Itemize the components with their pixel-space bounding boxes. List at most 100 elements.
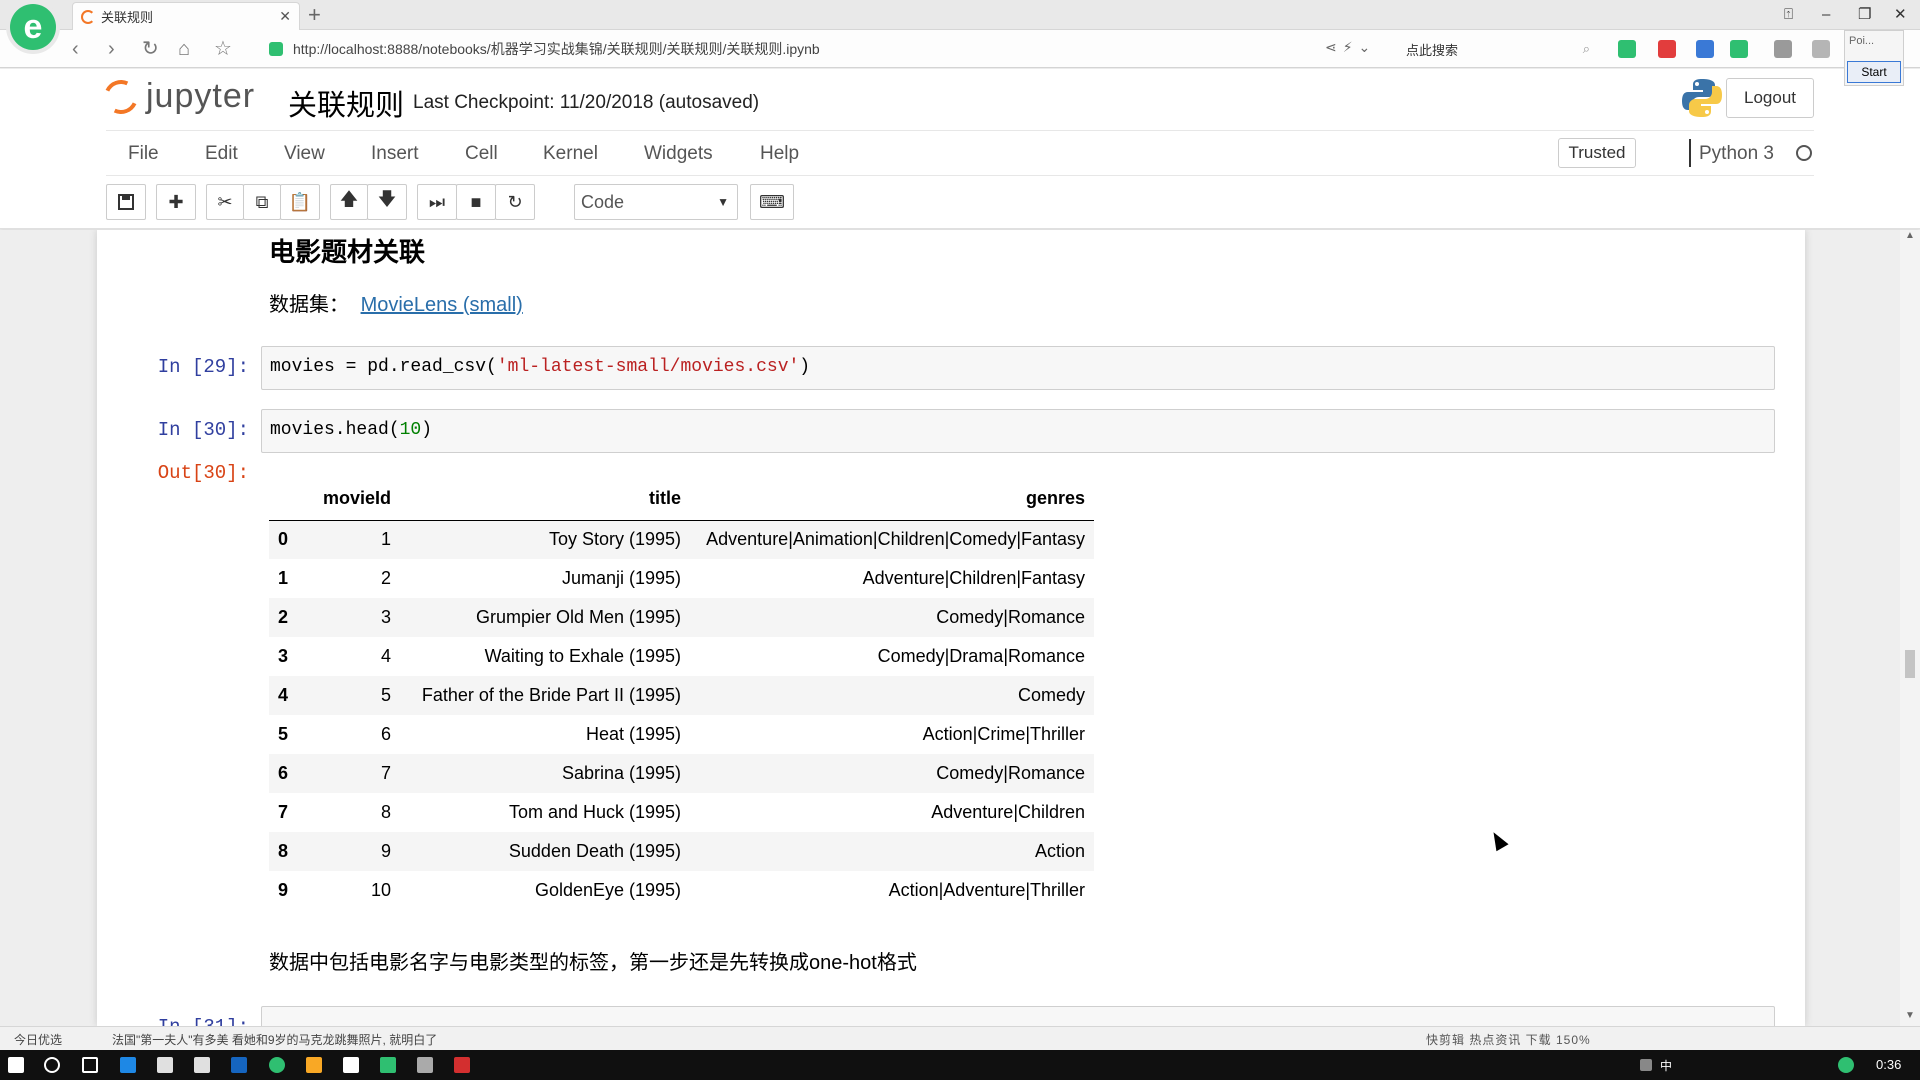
cell-movieid: 10	[371, 880, 392, 900]
edge-icon[interactable]	[120, 1057, 136, 1073]
cortana-icon[interactable]	[44, 1057, 60, 1073]
dataset-label: 数据集：	[269, 294, 349, 316]
mail-icon[interactable]	[194, 1057, 210, 1073]
table-row: 2 3 Grumpier Old Men (1995) Comedy|Romance	[269, 598, 1095, 637]
star-icon[interactable]: ☆	[214, 38, 232, 60]
keyboard-icon: ⌨	[759, 191, 785, 212]
command-palette-button[interactable]: ⌨	[750, 184, 794, 220]
paste-button[interactable]: 📋	[280, 184, 320, 220]
logout-button[interactable]: Logout	[1726, 78, 1814, 118]
search-placeholder: 点此搜索	[1406, 42, 1459, 58]
move-up-button[interactable]: 🡅	[330, 184, 368, 220]
share-icon[interactable]: ⋖⚡⌄	[1325, 39, 1376, 56]
menu-cell[interactable]: Cell	[465, 143, 498, 165]
extension-scissors-icon[interactable]	[1658, 40, 1676, 58]
save-button[interactable]	[106, 184, 146, 220]
interrupt-button[interactable]: ■	[456, 184, 496, 220]
arrow-down-icon: 🡇	[377, 189, 397, 209]
reload-icon[interactable]: ↻	[142, 38, 159, 60]
cell-genres: Comedy|Drama|Romance	[877, 646, 1086, 666]
close-window-icon[interactable]: ✕	[1894, 4, 1907, 26]
code-text: )	[421, 420, 433, 440]
pin-icon[interactable]: ⍐	[1784, 4, 1793, 26]
code-cell-29[interactable]: movies = pd.read_csv('ml-latest-small/mo…	[261, 346, 1775, 390]
insert-cell-button[interactable]: ✚	[156, 184, 196, 220]
row-index: 6	[278, 763, 289, 783]
task-view-icon[interactable]	[82, 1057, 98, 1073]
trusted-indicator[interactable]: Trusted	[1558, 138, 1636, 168]
extension-tablet-icon[interactable]	[1812, 40, 1830, 58]
menu-edit[interactable]: Edit	[205, 143, 238, 165]
status-left[interactable]: 今日优选	[14, 1031, 62, 1048]
notification-badge-icon[interactable]	[1838, 1057, 1854, 1073]
table-header-row: movieId title genres	[269, 478, 1095, 521]
cell-genres: Adventure|Animation|Children|Comedy|Fant…	[706, 529, 1086, 550]
cell-type-select[interactable]: Code ▼	[574, 184, 738, 220]
windows-start-icon[interactable]	[8, 1057, 24, 1073]
jupyter-logo[interactable]: jupyter	[99, 74, 255, 119]
new-tab-icon[interactable]: +	[308, 2, 321, 28]
cell-title: Jumanji (1995)	[561, 568, 682, 588]
status-right[interactable]: 快剪辑 热点资讯 下载 150%	[1426, 1031, 1591, 1048]
back-icon[interactable]: ‹	[72, 38, 79, 60]
scroll-up-icon[interactable]: ▲	[1905, 230, 1915, 241]
index-header	[269, 478, 314, 521]
code-cell-30[interactable]: movies.head(10)	[261, 409, 1775, 453]
scroll-thumb[interactable]	[1905, 650, 1915, 678]
store-icon[interactable]	[157, 1057, 173, 1073]
step-forward-icon: ⏭	[428, 191, 446, 212]
cell-title: Sudden Death (1995)	[508, 841, 682, 861]
close-tab-icon[interactable]: ✕	[279, 8, 291, 25]
jupyter-favicon-icon	[81, 9, 95, 24]
start-button[interactable]: Start	[1847, 61, 1901, 83]
page-scrollbar[interactable]: ▲ ▼	[1900, 230, 1920, 1026]
app-icon[interactable]	[417, 1057, 433, 1073]
url-field[interactable]: http://localhost:8888/notebooks/机器学习实战集锦…	[268, 35, 1380, 63]
cell-movieid: 3	[381, 607, 392, 627]
explorer-icon[interactable]	[306, 1057, 322, 1073]
home-icon[interactable]: ⌂	[178, 38, 190, 60]
restart-button[interactable]: ↻	[495, 184, 535, 220]
browser-logo-icon[interactable]: e	[10, 4, 56, 50]
extension-game-icon[interactable]	[1730, 40, 1748, 58]
kernel-name: Python 3	[1699, 143, 1774, 164]
app-icon[interactable]	[343, 1057, 359, 1073]
menu-view[interactable]: View	[284, 143, 325, 165]
scroll-down-icon[interactable]: ▼	[1905, 1010, 1915, 1021]
menu-file[interactable]: File	[128, 143, 159, 165]
extension-translate-icon[interactable]	[1618, 40, 1636, 58]
move-down-button[interactable]: 🡇	[367, 184, 407, 220]
search-icon[interactable]: ⌕	[1583, 41, 1590, 57]
app-icon[interactable]	[380, 1057, 396, 1073]
browser-search-input[interactable]: 点此搜索 ⌕	[1400, 35, 1596, 63]
checkpoint-status: Last Checkpoint: 11/20/2018 (autosaved)	[413, 92, 760, 113]
cell-genres: Comedy|Romance	[936, 763, 1086, 783]
copy-button[interactable]: ⧉	[243, 184, 281, 220]
maximize-icon[interactable]: ❐	[1858, 4, 1871, 26]
minimize-icon[interactable]: –	[1822, 4, 1830, 26]
code-text: )	[799, 357, 811, 377]
vscode-icon[interactable]	[231, 1057, 247, 1073]
browser-taskbar-icon[interactable]	[269, 1057, 285, 1073]
paste-icon: 📋	[288, 191, 312, 212]
extension-search-icon[interactable]	[1696, 40, 1714, 58]
notebook-name[interactable]: 关联规则	[288, 82, 404, 124]
menu-widgets[interactable]: Widgets	[644, 143, 713, 165]
cell-genres: Action|Adventure|Thriller	[888, 880, 1086, 900]
cut-button[interactable]: ✂	[206, 184, 244, 220]
news-ticker[interactable]: 法国"第一夫人"有多美 看她和9岁的马克龙跳舞照片, 就明白了	[112, 1031, 437, 1048]
forward-icon[interactable]: ›	[108, 38, 115, 60]
input-method-indicator[interactable]: 中	[1660, 1057, 1676, 1074]
column-header: movieId	[314, 478, 401, 521]
cell-genres: Adventure|Children	[931, 802, 1086, 822]
app-icon[interactable]	[454, 1057, 470, 1073]
dataset-link[interactable]: MovieLens (small)	[361, 294, 523, 316]
menu-kernel[interactable]: Kernel	[543, 143, 598, 165]
tray-icon[interactable]	[1640, 1059, 1652, 1071]
extension-grid-icon[interactable]	[1774, 40, 1792, 58]
code-cell-31[interactable]	[261, 1006, 1775, 1026]
menu-insert[interactable]: Insert	[371, 143, 419, 165]
browser-tab[interactable]: 关联规则 ✕	[72, 2, 300, 30]
menu-help[interactable]: Help	[760, 143, 799, 165]
run-button[interactable]: ⏭	[417, 184, 457, 220]
